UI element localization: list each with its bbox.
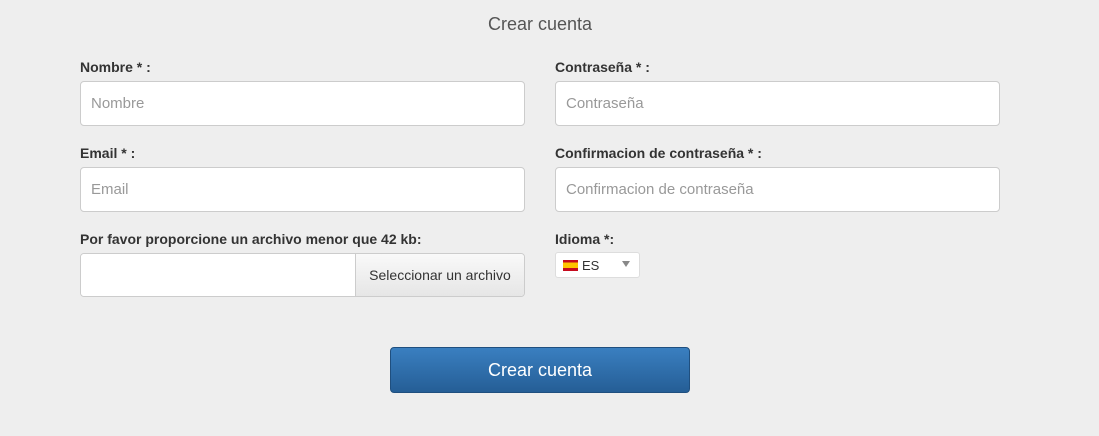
name-label: Nombre * : [80,59,151,75]
email-input[interactable] [80,167,525,212]
email-label: Email * : [80,145,136,161]
spain-flag-icon [563,259,578,271]
password-confirm-input[interactable] [555,167,1000,212]
page-title: Crear cuenta [487,14,593,34]
select-file-button[interactable]: Seleccionar un archivo [355,254,524,296]
password-confirm-label: Confirmacion de contraseña * : [555,145,762,161]
language-selected-value: ES [582,257,600,273]
file-path-display[interactable] [81,254,355,296]
file-picker: Seleccionar un archivo [80,253,525,297]
chevron-down-icon [622,261,630,267]
create-account-button[interactable]: Crear cuenta [390,347,690,393]
language-label: Idioma *: [555,231,615,247]
file-label: Por favor proporcione un archivo menor q… [80,231,422,247]
name-input[interactable] [80,81,525,126]
language-select[interactable]: ES [555,252,640,278]
password-label: Contraseña * : [555,59,650,75]
password-input[interactable] [555,81,1000,126]
